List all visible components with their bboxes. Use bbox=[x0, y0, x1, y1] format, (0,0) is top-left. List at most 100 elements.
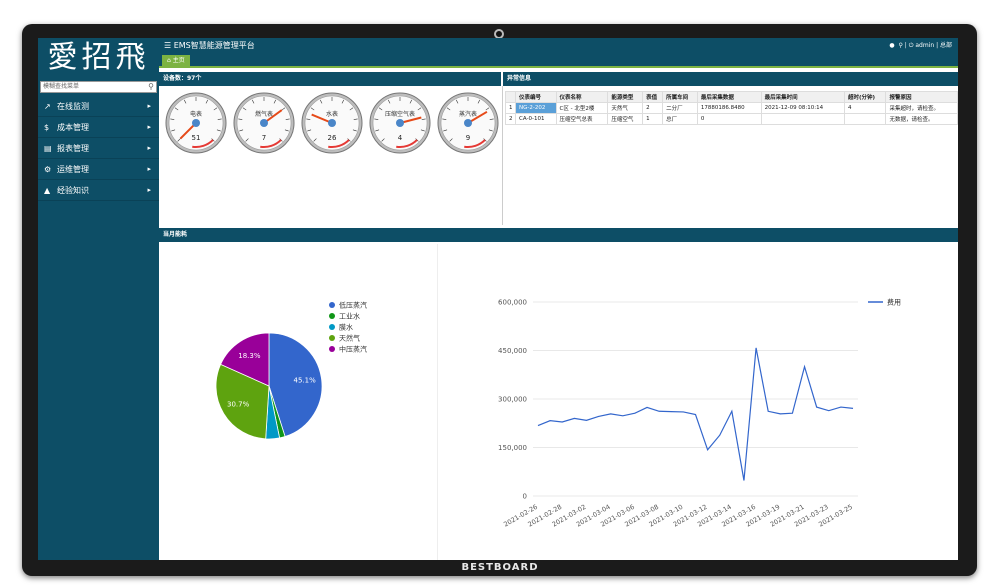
data-point[interactable] bbox=[670, 410, 672, 412]
sidebar-item-knowledge[interactable]: ▲ 经验知识 ▸ bbox=[38, 180, 159, 201]
menu-toggle-icon[interactable]: ☰ bbox=[164, 41, 171, 50]
data-point[interactable] bbox=[815, 406, 817, 408]
data-point[interactable] bbox=[828, 409, 830, 411]
gauge: 压缩空气表 4 bbox=[368, 91, 432, 155]
legend-label[interactable]: 天然气 bbox=[339, 334, 360, 343]
search-icon[interactable]: ⚲ bbox=[148, 82, 154, 92]
table-header-cell[interactable]: 报警原因 bbox=[885, 91, 958, 103]
data-point[interactable] bbox=[852, 407, 854, 409]
table-header-cell[interactable]: 最后采集数据 bbox=[696, 91, 762, 103]
pie-slice-label: 18.3% bbox=[238, 352, 261, 360]
legend-marker bbox=[329, 302, 335, 308]
sidebar-item-report-management[interactable]: ▤ 报表管理 ▸ bbox=[38, 138, 159, 159]
data-point[interactable] bbox=[803, 365, 805, 367]
table-header-cell[interactable]: 超时(分钟) bbox=[844, 91, 887, 103]
sidebar-item-operations-management[interactable]: ⚙ 运维管理 ▸ bbox=[38, 159, 159, 180]
gauge: 蒸汽表 9 bbox=[436, 91, 500, 155]
legend-label[interactable]: 工业水 bbox=[339, 312, 360, 321]
legend-marker bbox=[329, 324, 335, 330]
legend-label[interactable]: 低压蒸汽 bbox=[339, 301, 367, 310]
sidebar-item-cost-management[interactable]: $ 成本管理 ▸ bbox=[38, 117, 159, 138]
sidebar-item-label: 在线监测 bbox=[57, 102, 89, 111]
data-point[interactable] bbox=[561, 421, 563, 423]
data-point[interactable] bbox=[743, 479, 745, 481]
data-point[interactable] bbox=[755, 347, 757, 349]
gauge-title: 压缩空气表 bbox=[384, 111, 415, 118]
menu-search-input[interactable]: 模糊查找菜单 ⚲ bbox=[40, 81, 157, 93]
data-point[interactable] bbox=[597, 415, 599, 417]
table-header-cell[interactable]: 表值 bbox=[642, 91, 664, 103]
gauge: 水表 26 bbox=[300, 91, 364, 155]
pie-slice-label: 45.1% bbox=[293, 376, 316, 384]
gauge-title: 燃气表 bbox=[254, 111, 273, 118]
gauge-row: 电表 51 燃气表 7 水表 26 压缩空气表 4 蒸汽表 9 bbox=[162, 88, 502, 158]
data-point[interactable] bbox=[646, 406, 648, 408]
chevron-right-icon: ▸ bbox=[147, 144, 151, 152]
table-header-cell[interactable] bbox=[504, 91, 517, 103]
data-point[interactable] bbox=[706, 449, 708, 451]
bar-chart-icon: ▤ bbox=[44, 144, 52, 153]
tab-home-label: 主页 bbox=[172, 57, 185, 64]
table-cell: 2 bbox=[504, 113, 517, 125]
key-icon[interactable]: ⚲ bbox=[898, 42, 902, 49]
user-icon[interactable]: ● bbox=[889, 42, 894, 49]
table-header-cell[interactable]: 能源类型 bbox=[607, 91, 644, 103]
table-cell bbox=[844, 113, 887, 125]
data-point[interactable] bbox=[719, 434, 721, 436]
tab-home[interactable]: ⌂ 主页 bbox=[162, 55, 190, 67]
data-point[interactable] bbox=[549, 419, 551, 421]
app-title-text: EMS智慧能源管理平台 bbox=[173, 41, 255, 50]
data-point[interactable] bbox=[658, 410, 660, 412]
data-point[interactable] bbox=[622, 415, 624, 417]
gauge-title: 水表 bbox=[325, 111, 338, 118]
data-point[interactable] bbox=[682, 411, 684, 413]
data-point[interactable] bbox=[694, 413, 696, 415]
gauge-hub bbox=[192, 119, 200, 127]
power-icon[interactable]: ⏻ bbox=[909, 42, 914, 49]
gauge-value: 7 bbox=[261, 134, 267, 142]
sidebar-item-online-monitoring[interactable]: ↗ 在线监测 ▸ bbox=[38, 96, 159, 117]
gauge-value: 26 bbox=[327, 134, 337, 142]
data-point[interactable] bbox=[573, 417, 575, 419]
devices-panel-header: 设备数：97个 bbox=[159, 72, 501, 86]
table-cell: 总厂 bbox=[662, 113, 698, 125]
chevron-right-icon: ▸ bbox=[147, 186, 151, 194]
legend-label[interactable]: 中压蒸汽 bbox=[339, 345, 367, 354]
abnormal-table: 仪表编号 仪表名称 能源类型 表值 所属车间 最后采集数据 最后采集时间 超时(分钟) 报警原因… bbox=[504, 91, 958, 125]
table-cell: 二分厂 bbox=[662, 102, 698, 114]
y-tick-label: 450,000 bbox=[498, 347, 527, 355]
sidebar-item-label: 报表管理 bbox=[57, 144, 89, 153]
table-header-cell[interactable]: 所属车间 bbox=[662, 91, 698, 103]
legend-label[interactable]: 膜水 bbox=[339, 323, 353, 332]
chart-line-icon: ↗ bbox=[44, 102, 51, 111]
gauge-hub bbox=[396, 119, 404, 127]
graduation-cap-icon: ▲ bbox=[44, 186, 51, 195]
gauge: 电表 51 bbox=[164, 91, 228, 155]
data-point[interactable] bbox=[779, 413, 781, 415]
pie-slice-label: 30.7% bbox=[227, 401, 250, 409]
gauge-dial bbox=[233, 92, 295, 154]
gauge-dial bbox=[165, 92, 227, 154]
table-header-cell[interactable]: 最后采集时间 bbox=[760, 91, 846, 103]
sidebar-menu: ↗ 在线监测 ▸ $ 成本管理 ▸ ▤ 报表管理 ▸ ⚙ 运维管理 ▸ ▲ 经验知识 ▸ bbox=[38, 96, 159, 201]
data-point[interactable] bbox=[840, 406, 842, 408]
data-point[interactable] bbox=[609, 413, 611, 415]
data-point[interactable] bbox=[731, 410, 733, 412]
data-point[interactable] bbox=[634, 412, 636, 414]
pie-chart: 45.1% 30.7% 18.3% 低压蒸汽工业水膜水天然气中压蒸汽 bbox=[215, 301, 367, 440]
data-point[interactable] bbox=[791, 412, 793, 414]
data-point[interactable] bbox=[537, 424, 539, 426]
user-name[interactable]: admin | 总部 bbox=[915, 42, 952, 49]
table-header-cell[interactable]: 仪表编号 bbox=[515, 91, 557, 103]
table-row[interactable]: 1 NG-2-202 C区 - 北型2楼 天然气 2 二分厂 17880186.8480 20… bbox=[504, 102, 958, 114]
table-header-cell[interactable]: 仪表名称 bbox=[555, 91, 609, 103]
table-cell: 1 bbox=[642, 113, 664, 125]
y-tick-label: 0 bbox=[523, 493, 527, 501]
gauge-dial bbox=[437, 92, 499, 154]
legend-label[interactable]: 费用 bbox=[887, 298, 901, 307]
table-row[interactable]: 2 CA-0-101 压缩空气总表 压缩空气 1 总厂 0 无数据，请检查。 bbox=[504, 113, 958, 125]
data-point[interactable] bbox=[767, 410, 769, 412]
y-tick-label: 300,000 bbox=[498, 396, 527, 404]
sidebar: 愛招飛 模糊查找菜单 ⚲ ↗ 在线监测 ▸ $ 成本管理 ▸ ▤ 报表管理 ▸ ⚙ 运维管理 ▸… bbox=[38, 38, 159, 560]
data-point[interactable] bbox=[585, 419, 587, 421]
